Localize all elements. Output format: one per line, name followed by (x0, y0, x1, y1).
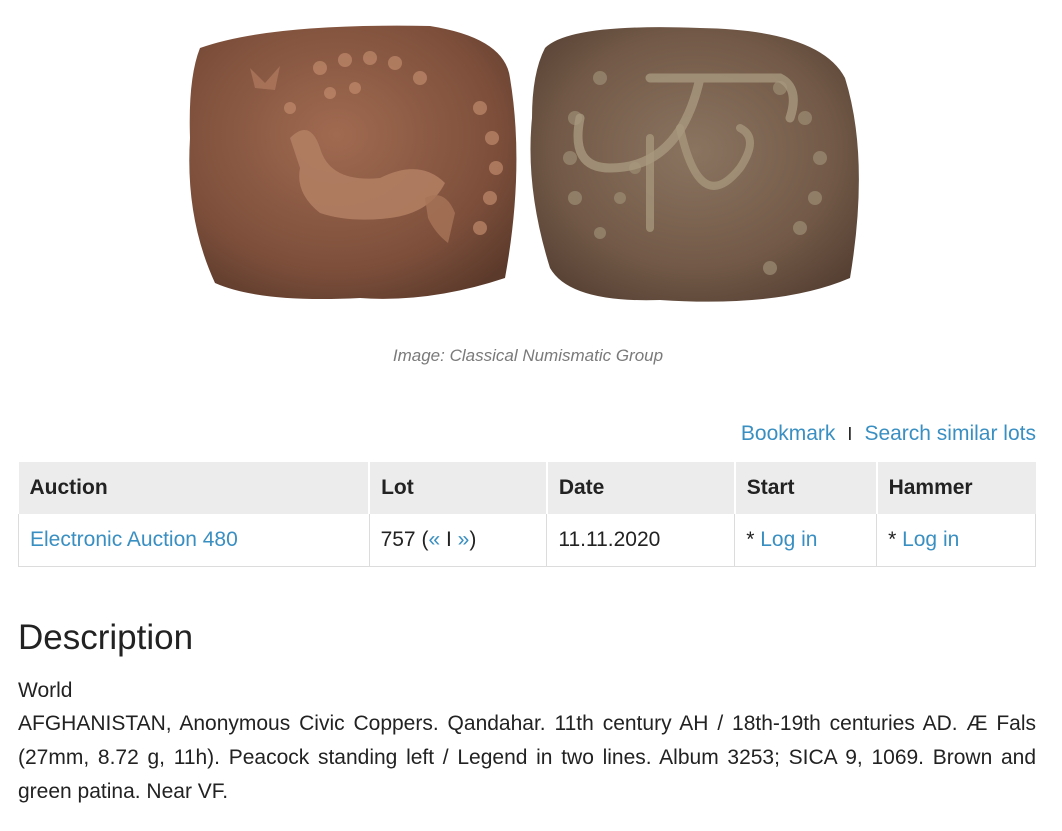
lot-number: 757 (380, 528, 416, 551)
description-heading: Description (18, 618, 194, 657)
start-login-link[interactable]: Log in (760, 528, 817, 551)
coin-obverse-icon (189, 25, 517, 300)
date-cell: 11.11.2020 (546, 514, 736, 567)
coin-reverse-icon (530, 27, 859, 302)
start-cell: * Log in (734, 514, 878, 567)
start-asterisk: * (746, 528, 761, 551)
column-header-start: Start (734, 462, 878, 514)
auction-cell: Electronic Auction 480 (18, 514, 370, 567)
lot-cell: 757 (« I ») (368, 514, 548, 567)
coin-image (180, 18, 870, 310)
action-separator: I (847, 423, 853, 444)
hammer-asterisk: * (888, 528, 903, 551)
column-header-auction: Auction (18, 462, 371, 514)
auction-link[interactable]: Electronic Auction 480 (30, 528, 238, 551)
coin-photo (189, 25, 859, 302)
column-header-date: Date (546, 462, 736, 514)
lot-actions: Bookmark I Search similar lots (741, 422, 1036, 446)
table-row: Electronic Auction 480 757 (« I ») 11.11… (18, 514, 1036, 567)
lot-table: Auction Lot Date Start Hammer Electronic… (18, 462, 1036, 567)
lot-nav-separator: I (445, 528, 452, 551)
column-header-lot: Lot (369, 462, 548, 514)
table-header-row: Auction Lot Date Start Hammer (18, 462, 1036, 514)
column-header-hammer: Hammer (876, 462, 1036, 514)
description-category: World (18, 679, 73, 702)
description-text: AFGHANISTAN, Anonymous Civic Coppers. Qa… (18, 712, 1036, 803)
hammer-login-link[interactable]: Log in (902, 528, 959, 551)
next-lot-link[interactable]: » (458, 528, 470, 551)
search-similar-lots-link[interactable]: Search similar lots (864, 422, 1036, 446)
previous-lot-link[interactable]: « (428, 528, 440, 551)
lot-close-paren: ) (469, 528, 477, 551)
image-caption: Image: Classical Numismatic Group (392, 346, 664, 365)
bookmark-link[interactable]: Bookmark (741, 422, 836, 446)
hammer-cell: * Log in (876, 514, 1036, 567)
